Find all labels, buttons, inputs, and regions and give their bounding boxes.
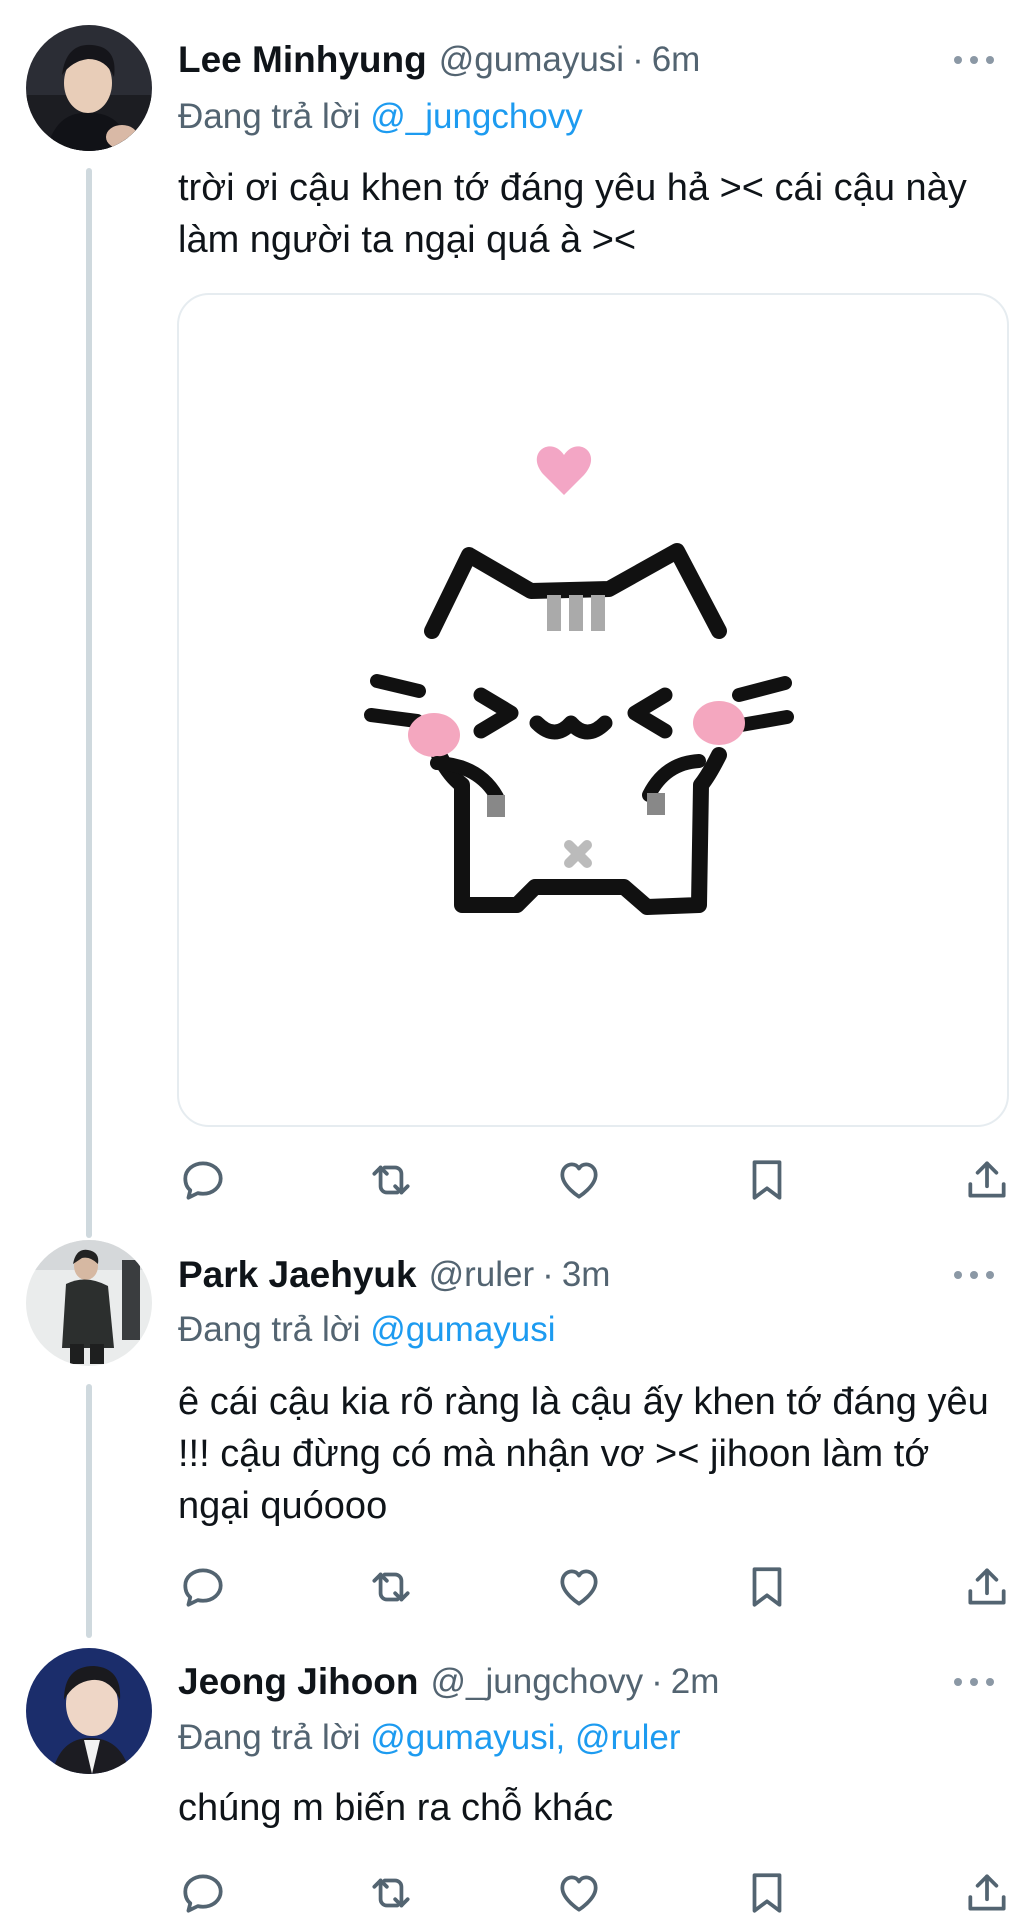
heart-icon [536, 446, 592, 495]
more-icon[interactable] [954, 1261, 994, 1289]
retweet-icon[interactable] [366, 1562, 416, 1612]
share-icon[interactable] [962, 1155, 1012, 1205]
username[interactable]: @ruler [429, 1255, 535, 1295]
replying-to: Đang trả lời @_jungchovy [178, 97, 583, 137]
tweet[interactable]: Jeong Jihoon @_jungchovy · 2m Đang trả l… [0, 1648, 1034, 1920]
mention-link[interactable]: @gumayusi [370, 1310, 555, 1349]
separator: · [632, 40, 644, 79]
tweet-actions [178, 1155, 1010, 1205]
tweet-text: ê cái cậu kia rõ ràng là cậu ấy khen tớ … [178, 1381, 989, 1527]
replying-label: Đang trả lời [178, 1718, 361, 1757]
bookmark-icon[interactable] [742, 1868, 792, 1918]
tweet-actions [178, 1562, 1010, 1612]
separator: · [651, 1662, 663, 1701]
like-icon[interactable] [554, 1562, 604, 1612]
separator: · [542, 1255, 554, 1294]
username[interactable]: @_jungchovy [431, 1662, 644, 1702]
tweet-header: Jeong Jihoon @_jungchovy · 2m [178, 1652, 994, 1712]
share-icon[interactable] [962, 1562, 1012, 1612]
replying-to: Đang trả lời @gumayusi, @ruler [178, 1718, 681, 1758]
reply-thread: Lee Minhyung @gumayusi · 6m Đang trả lời… [0, 0, 1034, 1920]
tweet-header: Lee Minhyung @gumayusi · 6m [178, 30, 994, 90]
tweet-text: trời ơi cậu khen tớ đáng yêu hả >< cái c… [178, 167, 967, 261]
like-icon[interactable] [554, 1868, 604, 1918]
replying-to: Đang trả lời @gumayusi [178, 1310, 556, 1350]
replying-label: Đang trả lời [178, 1310, 361, 1349]
display-name[interactable]: Lee Minhyung [178, 39, 427, 81]
tweet[interactable]: Park Jaehyuk @ruler · 3m Đang trả lời @g… [0, 1240, 1034, 1640]
tweet-actions [178, 1868, 1010, 1918]
tweet[interactable]: Lee Minhyung @gumayusi · 6m Đang trả lời… [0, 0, 1034, 1240]
avatar[interactable] [26, 1240, 152, 1366]
timestamp[interactable]: 2m [671, 1662, 720, 1702]
avatar[interactable] [26, 25, 152, 151]
display-name[interactable]: Jeong Jihoon [178, 1661, 419, 1703]
bookmark-icon[interactable] [742, 1562, 792, 1612]
timestamp[interactable]: 3m [562, 1255, 611, 1295]
replying-label: Đang trả lời [178, 97, 361, 136]
username[interactable]: @gumayusi [439, 40, 624, 80]
reply-icon[interactable] [178, 1562, 228, 1612]
tweet-header: Park Jaehyuk @ruler · 3m [178, 1245, 994, 1305]
tweet-text: chúng m biến ra chỗ khác [178, 1787, 614, 1829]
share-icon[interactable] [962, 1868, 1012, 1918]
cat-sticker-image[interactable] [177, 293, 1009, 1127]
more-icon[interactable] [954, 46, 994, 74]
thread-line [86, 168, 92, 1238]
reply-icon[interactable] [178, 1868, 228, 1918]
mention-link[interactable]: @_jungchovy [370, 97, 583, 136]
reply-icon[interactable] [178, 1155, 228, 1205]
mention-link[interactable]: @gumayusi, @ruler [370, 1718, 680, 1757]
retweet-icon[interactable] [366, 1868, 416, 1918]
like-icon[interactable] [554, 1155, 604, 1205]
retweet-icon[interactable] [366, 1155, 416, 1205]
avatar[interactable] [26, 1648, 152, 1774]
more-icon[interactable] [954, 1668, 994, 1696]
timestamp[interactable]: 6m [652, 40, 701, 80]
thread-line [86, 1384, 92, 1638]
display-name[interactable]: Park Jaehyuk [178, 1254, 417, 1296]
bookmark-icon[interactable] [742, 1155, 792, 1205]
